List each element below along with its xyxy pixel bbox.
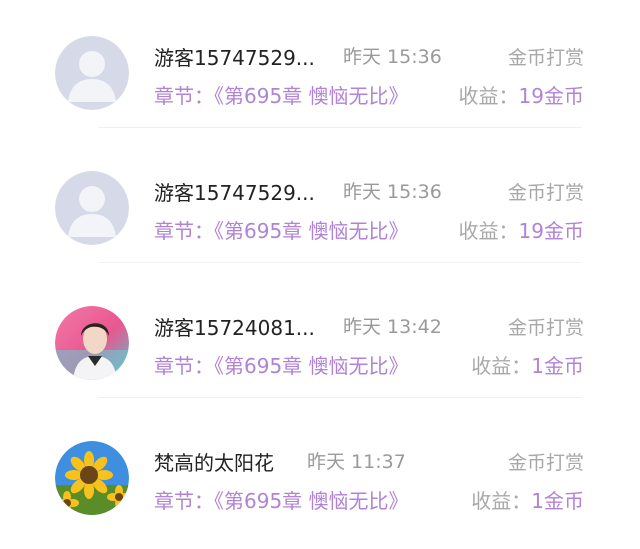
income-value: 1金币	[531, 489, 584, 513]
income-value: 1金币	[531, 354, 584, 378]
income: 收益：19金币	[459, 80, 584, 109]
tip-time: 昨天 11:37	[307, 451, 406, 473]
user-name[interactable]: 梵高的太阳花	[154, 447, 274, 476]
user-name[interactable]: 游客15747529...	[154, 177, 315, 206]
tip-time: 昨天 15:36	[343, 181, 442, 203]
user-name[interactable]: 游客15724081...	[154, 312, 315, 341]
income: 收益：1金币	[471, 350, 584, 379]
tip-type: 金币打赏	[507, 47, 584, 69]
chapter-link[interactable]: 章节：《第695章 懊恼无比》	[154, 485, 409, 514]
divider	[98, 397, 582, 398]
income-label: 收益：	[458, 84, 519, 108]
divider	[98, 262, 582, 263]
tip-record-item[interactable]: 游客15724081... 昨天 13:42 金币打赏 章节：《第695章 懊恼…	[0, 270, 640, 405]
user-name[interactable]: 游客15747529...	[154, 42, 315, 71]
divider	[98, 127, 582, 128]
income-value: 19金币	[518, 219, 584, 243]
tip-type: 金币打赏	[507, 452, 584, 474]
income: 收益：1金币	[471, 485, 584, 514]
income-value: 19金币	[518, 84, 584, 108]
tip-record-item[interactable]: 梵高的太阳花 昨天 11:37 金币打赏 章节：《第695章 懊恼无比》 收益：…	[0, 405, 640, 540]
user-photo-avatar-icon[interactable]	[55, 306, 129, 380]
chapter-link[interactable]: 章节：《第695章 懊恼无比》	[154, 215, 409, 244]
default-person-avatar-icon[interactable]	[55, 171, 129, 245]
tip-time: 昨天 13:42	[343, 316, 442, 338]
chapter-link[interactable]: 章节：《第695章 懊恼无比》	[154, 80, 409, 109]
sunflower-avatar-icon[interactable]	[55, 441, 129, 515]
tip-type: 金币打赏	[507, 182, 584, 204]
tip-type: 金币打赏	[507, 317, 584, 339]
income-label: 收益：	[471, 489, 532, 513]
tip-time: 昨天 15:36	[343, 46, 442, 68]
tip-record-list: 游客15747529... 昨天 15:36 金币打赏 章节：《第695章 懊恼…	[0, 0, 640, 549]
tip-record-item[interactable]: 游客15747529... 昨天 15:36 金币打赏 章节：《第695章 懊恼…	[0, 0, 640, 135]
default-person-avatar-icon[interactable]	[55, 36, 129, 110]
tip-record-item[interactable]: 游客15747529... 昨天 15:36 金币打赏 章节：《第695章 懊恼…	[0, 135, 640, 270]
income-label: 收益：	[458, 219, 519, 243]
income-label: 收益：	[471, 354, 532, 378]
income: 收益：19金币	[459, 215, 584, 244]
chapter-link[interactable]: 章节：《第695章 懊恼无比》	[154, 350, 409, 379]
